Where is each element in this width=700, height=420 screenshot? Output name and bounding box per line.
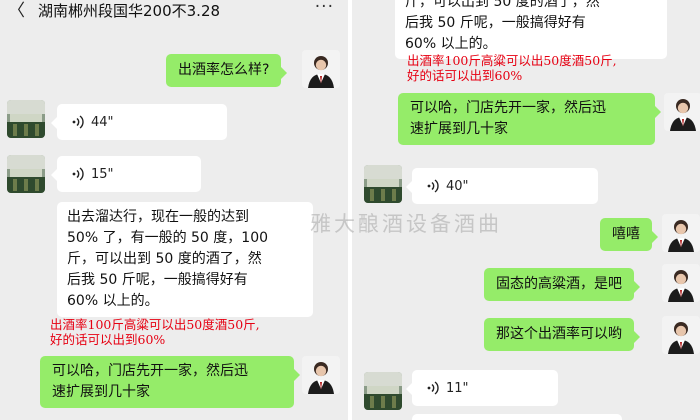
contact-avatar[interactable]: [364, 165, 402, 203]
voice-message[interactable]: 40": [406, 168, 598, 204]
voice-message[interactable]: 44": [51, 104, 227, 140]
message-text: 嘻嘻: [612, 226, 640, 242]
message-line: 60% 以上的。: [67, 293, 159, 309]
message-line: 出去溜达行，现在一般的达到: [67, 209, 249, 225]
annotation-line: 出酒率100斤高粱可以出50度酒50斤,: [50, 317, 260, 332]
message-text: 出酒率怎么样?: [178, 62, 270, 78]
back-chevron-icon[interactable]: 〈: [8, 1, 25, 21]
voice-wave-icon: [72, 115, 84, 129]
message-bubble-outgoing[interactable]: 嘻嘻: [600, 218, 658, 251]
message-bubble-outgoing[interactable]: 可以哈，门店先开一家，然后迅 速扩展到几十家: [40, 356, 300, 408]
annotation-line: 出酒率100斤高粱可以出50度酒50斤,: [407, 53, 617, 68]
self-avatar[interactable]: [302, 50, 340, 88]
self-avatar[interactable]: [664, 93, 700, 131]
self-avatar[interactable]: [662, 316, 700, 354]
watermark-text: 雅大酿酒设备酒曲: [310, 212, 502, 236]
red-annotation: 出酒率100斤高粱可以出50度酒50斤, 好的话可以出到60%: [407, 53, 617, 83]
message-line: 斤，可以出到 50 度的酒了，然: [67, 251, 262, 267]
voice-duration: 40": [446, 178, 469, 194]
voice-wave-icon: [427, 381, 439, 395]
voice-message[interactable]: 15": [51, 156, 201, 192]
message-line: 速扩展到几十家: [52, 384, 150, 400]
voice-wave-icon: [72, 167, 84, 181]
message-line: 可以哈，门店先开一家，然后迅: [52, 363, 248, 379]
annotation-line: 好的话可以出到60%: [407, 68, 523, 83]
message-text: 固态的高粱酒，是吧: [496, 276, 622, 292]
voice-wave-icon: [427, 179, 439, 193]
message-bubble-outgoing[interactable]: 固态的高粱酒，是吧: [484, 268, 640, 301]
message-bubble-incoming[interactable]: 出去溜达行，现在一般的达到 50% 了，有一般的 50 度，100 斤，可以出到…: [57, 202, 313, 317]
message-bubble-incoming[interactable]: [412, 414, 622, 420]
message-bubble-incoming[interactable]: 斤，可以出到 50 度的酒了，然 后我 50 斤呢，一般搞得好有 60% 以上的…: [395, 0, 667, 59]
message-bubble-outgoing[interactable]: 那这个出酒率可以哟: [484, 318, 640, 351]
message-line: 速扩展到几十家: [410, 121, 508, 137]
contact-avatar[interactable]: [7, 155, 45, 193]
message-line: 后我 50 斤呢，一般搞得好有: [405, 15, 586, 31]
message-bubble-outgoing[interactable]: 出酒率怎么样?: [166, 54, 288, 87]
message-line: 50% 了，有一般的 50 度，100: [67, 230, 269, 246]
voice-duration: 15": [91, 166, 114, 182]
more-options-icon[interactable]: ···: [315, 0, 334, 17]
voice-duration: 11": [446, 380, 469, 396]
message-bubble-outgoing[interactable]: 可以哈，门店先开一家，然后迅 速扩展到几十家: [398, 93, 661, 145]
chat-title: 湖南郴州段国华200不3.28: [38, 2, 221, 20]
self-avatar[interactable]: [662, 214, 700, 252]
message-line: 后我 50 斤呢，一般搞得好有: [67, 272, 248, 288]
message-text: 那这个出酒率可以哟: [496, 326, 622, 342]
left-chat-screenshot: 〈 湖南郴州段国华200不3.28 ··· 出酒率怎么样? 44" 15" 出去…: [0, 0, 348, 420]
contact-avatar[interactable]: [364, 372, 402, 410]
message-line: 斤，可以出到 50 度的酒了，然: [405, 0, 600, 10]
voice-duration: 44": [91, 114, 114, 130]
message-line: 60% 以上的。: [405, 36, 497, 52]
chat-header: 〈 湖南郴州段国华200不3.28 ···: [0, 0, 348, 24]
red-annotation: 出酒率100斤高粱可以出50度酒50斤, 好的话可以出到60%: [50, 317, 260, 347]
self-avatar[interactable]: [662, 264, 700, 302]
self-avatar[interactable]: [302, 356, 340, 394]
annotation-line: 好的话可以出到60%: [50, 332, 166, 347]
voice-message[interactable]: 11": [406, 370, 558, 406]
message-line: 可以哈，门店先开一家，然后迅: [410, 100, 606, 116]
contact-avatar[interactable]: [7, 100, 45, 138]
